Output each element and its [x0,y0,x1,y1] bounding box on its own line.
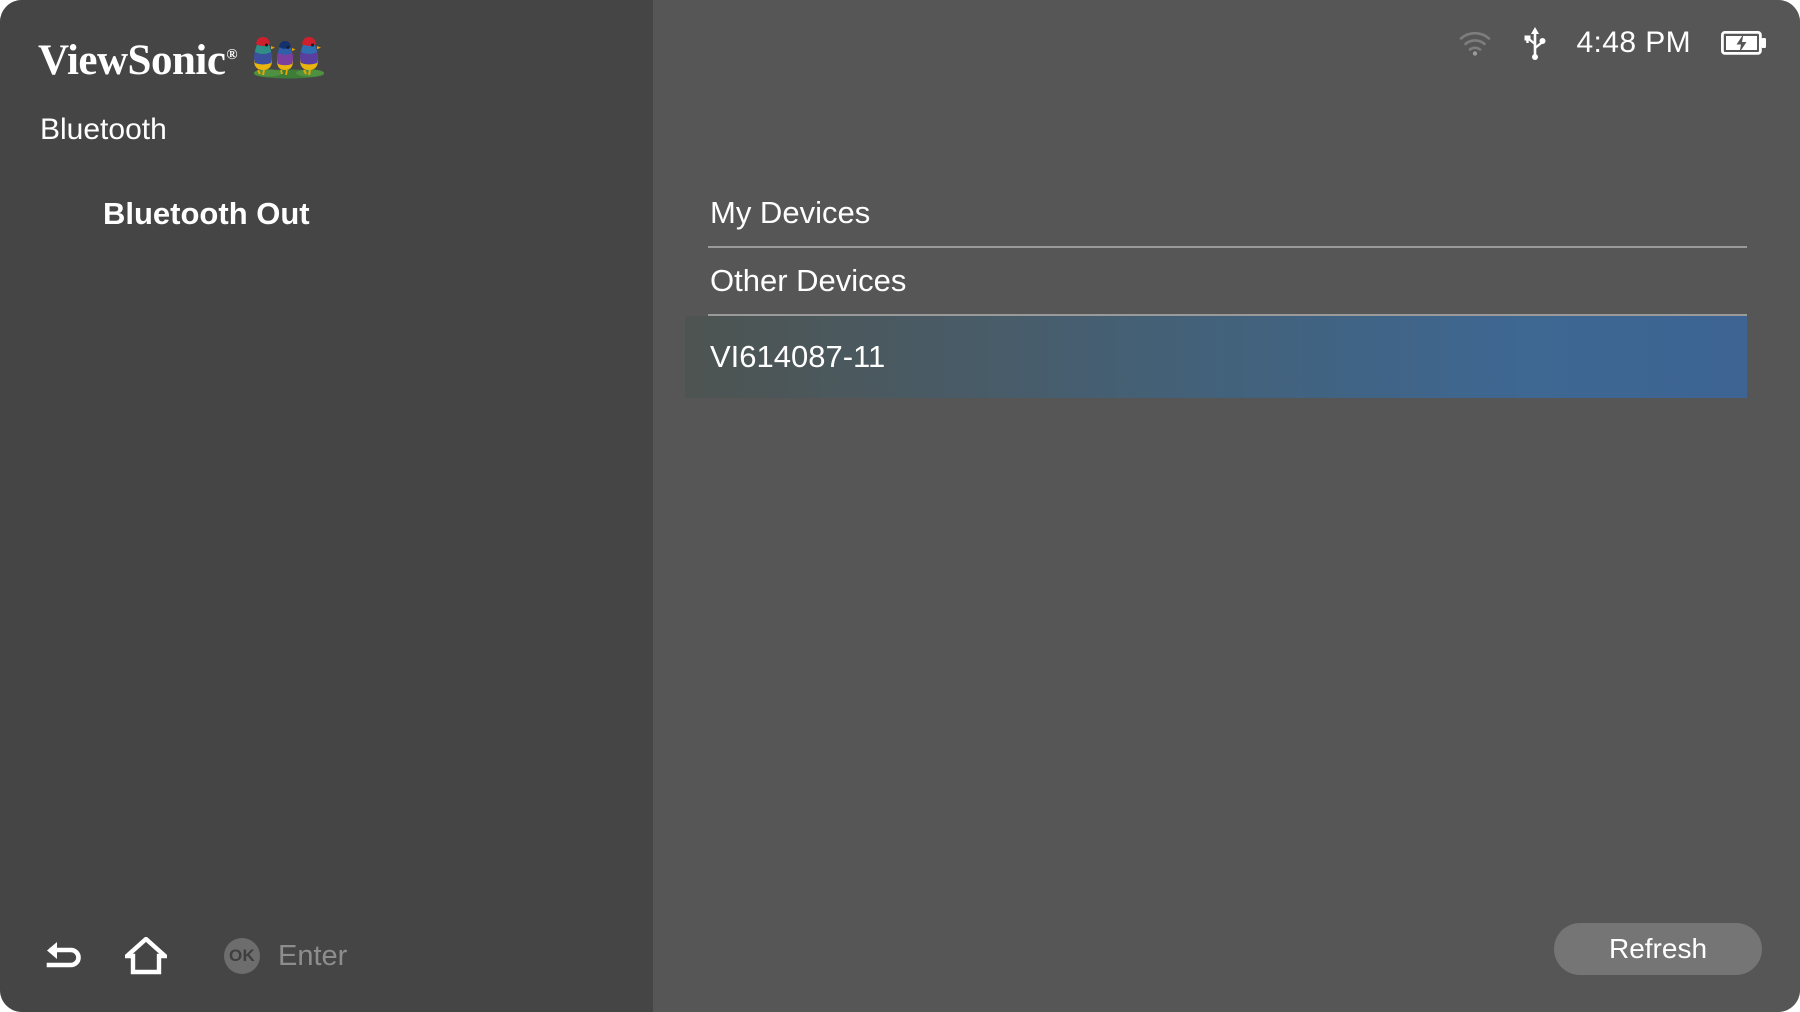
status-bar: 4:48 PM [1428,22,1767,64]
battery-status [1721,30,1767,56]
clock: 4:48 PM [1576,26,1691,59]
battery-charging-icon [1721,31,1766,55]
sidebar-section-title: Bluetooth [40,113,167,146]
key-hint-bar: OK Enter [38,932,347,980]
sidebar: ViewSonic® Bluetooth Bluetooth Out OK En… [0,0,653,1012]
refresh-button[interactable]: Refresh [1554,923,1762,975]
main-panel: 4:48 PM My Devices Other Devices VI61408… [653,0,1800,1012]
usb-status [1522,26,1548,60]
brand-name: ViewSonic® [38,37,238,84]
sidebar-item-bluetooth-out[interactable]: Bluetooth Out [103,196,310,232]
ok-button-icon[interactable]: OK [224,938,260,974]
device-list-item[interactable]: VI614087-11 [685,316,1747,398]
back-button[interactable] [38,932,90,980]
usb-icon [1524,27,1546,60]
viewsonic-finches-logo-icon [254,37,325,79]
section-header-label: Other Devices [710,263,907,298]
registered-mark: ® [226,46,238,63]
brand-logo: ViewSonic® [38,26,328,82]
section-my-devices: My Devices [685,180,1762,248]
section-header-label: My Devices [710,195,871,230]
home-icon [125,937,167,975]
home-button[interactable] [120,932,172,980]
projector-settings-screen: ViewSonic® Bluetooth Bluetooth Out OK En… [0,0,1800,1012]
enter-hint-label: Enter [278,939,348,972]
wifi-icon [1460,31,1491,56]
bluetooth-device-list: My Devices Other Devices VI614087-11 [685,180,1762,398]
wifi-status [1458,29,1492,57]
section-other-devices: Other Devices VI614087-11 [685,248,1762,398]
back-arrow-icon [46,942,81,968]
